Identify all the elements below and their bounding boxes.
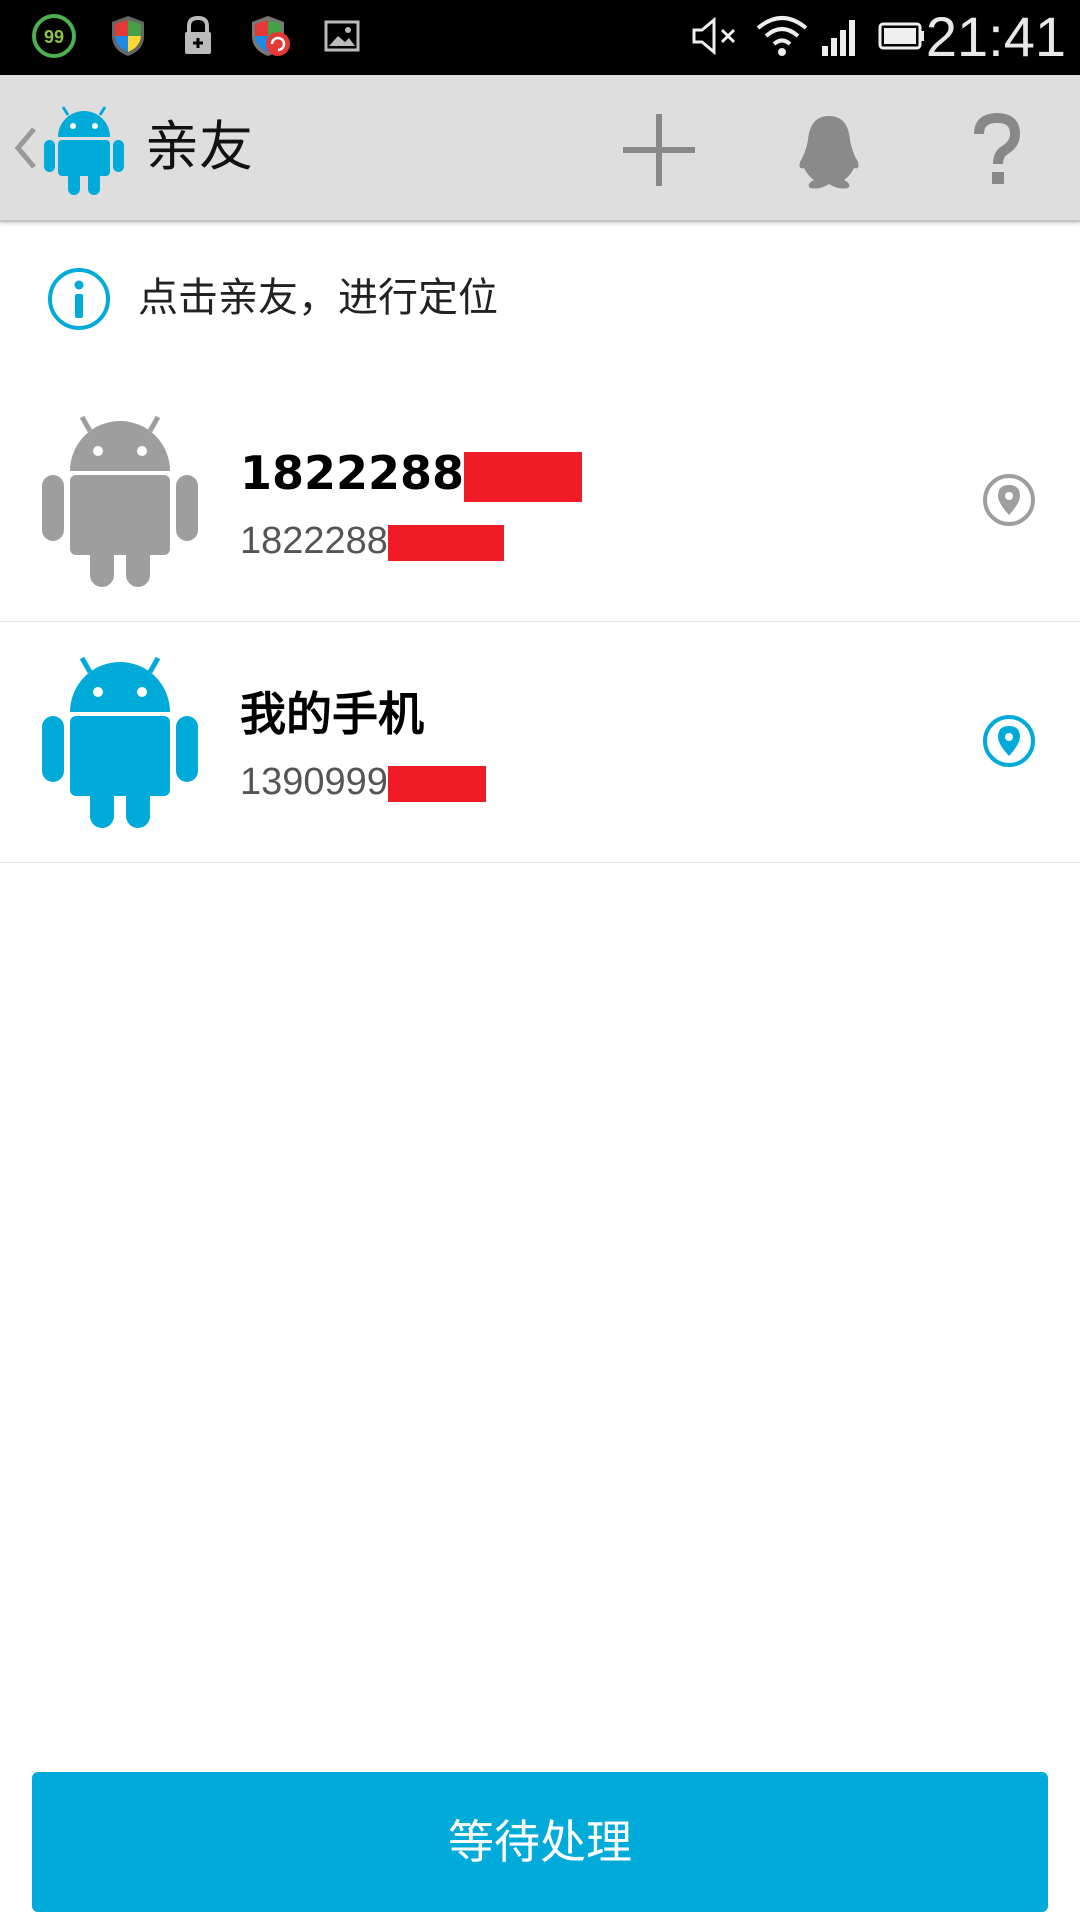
add-icon <box>623 114 695 186</box>
location-pin-button[interactable] <box>982 473 1036 527</box>
mute-icon <box>688 12 744 60</box>
lock-icon <box>174 12 222 60</box>
status-clock: 21:41 <box>925 5 1066 68</box>
action-bar: 亲友 <box>0 75 1080 222</box>
redaction-mark <box>387 765 486 802</box>
sync-shield-icon <box>246 12 294 60</box>
contact-number-text: 1390999 <box>240 761 388 803</box>
back-chevron-icon[interactable] <box>10 123 40 173</box>
contact-number: 1822288 <box>240 515 504 567</box>
pending-button[interactable]: 等待处理 <box>32 1772 1048 1912</box>
help-button[interactable] <box>952 105 1042 195</box>
page-title: 亲友 <box>145 115 253 178</box>
help-icon <box>974 112 1021 184</box>
hint-row: 点击亲友，进行定位 <box>0 230 1080 366</box>
status-bar: 99 21:41 <box>0 0 1080 75</box>
contact-number: 1390999 <box>240 756 486 808</box>
redaction-mark <box>464 451 583 502</box>
location-pin-icon <box>983 474 1035 526</box>
signal-icon <box>818 12 864 60</box>
battery-saver-icon: 99 <box>30 12 78 60</box>
contact-item[interactable]: 我的手机 1390999 <box>0 622 1080 863</box>
contact-name: 我的手机 <box>240 687 424 741</box>
qq-icon <box>799 116 859 189</box>
contact-number-text: 1822288 <box>240 520 388 562</box>
hint-text: 点击亲友，进行定位 <box>138 275 498 321</box>
avatar-android-icon <box>42 650 198 828</box>
app-logo-icon[interactable] <box>44 103 124 195</box>
battery-icon <box>876 12 928 60</box>
info-icon <box>46 266 112 332</box>
location-pin-icon <box>983 715 1035 767</box>
wifi-icon <box>754 12 810 60</box>
add-button[interactable] <box>614 105 704 195</box>
contact-name-text: 1822288 <box>240 446 465 500</box>
redaction-mark <box>387 524 504 561</box>
qq-button[interactable] <box>784 105 874 195</box>
badge-count: 99 <box>44 27 64 47</box>
avatar-android-icon <box>42 409 198 587</box>
location-pin-button[interactable] <box>982 714 1036 768</box>
image-icon <box>318 12 366 60</box>
shield-icon <box>104 12 152 60</box>
contact-name: 1822288 <box>240 443 583 503</box>
contact-item[interactable]: 1822288 1822288 <box>0 381 1080 622</box>
